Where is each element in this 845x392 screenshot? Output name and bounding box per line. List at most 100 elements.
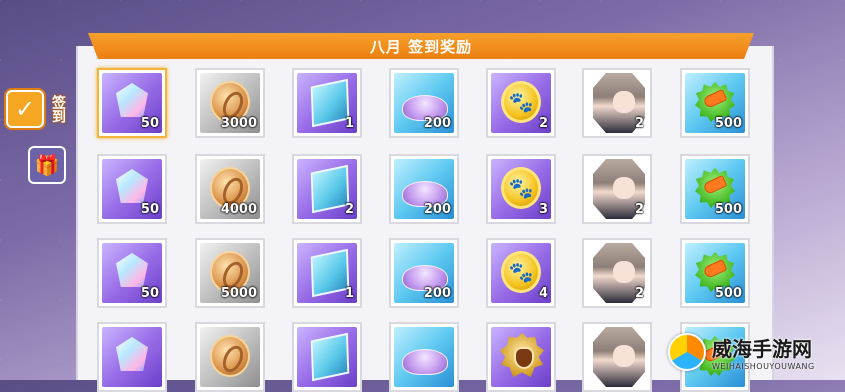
shield-badge-icon — [500, 333, 544, 378]
reward-slot[interactable]: 1 — [292, 238, 362, 308]
reward-tile: 1 — [297, 73, 357, 133]
reward-quantity: 2 — [634, 286, 644, 301]
reward-tile: 2 — [587, 73, 647, 133]
reward-quantity: 1 — [344, 286, 354, 301]
reward-slot[interactable]: 2 — [582, 154, 652, 224]
reward-quantity: 4 — [538, 286, 548, 301]
reward-slot[interactable]: 200 — [389, 68, 459, 138]
paw-coin-icon: 🐾 — [501, 81, 541, 123]
reward-quantity: 50 — [140, 286, 159, 301]
reward-tile: 200 — [394, 243, 454, 303]
reward-slot[interactable]: 4000 — [195, 154, 265, 224]
reward-slot[interactable]: 500 — [680, 154, 750, 224]
carrot-icon — [703, 90, 727, 108]
blue-ticket-icon — [310, 164, 350, 214]
reward-tile: 2 — [587, 243, 647, 303]
reward-tile: 50 — [102, 243, 162, 303]
carrot-icon — [703, 260, 727, 278]
reward-slot[interactable] — [389, 322, 459, 392]
reward-quantity: 5000 — [220, 286, 257, 301]
portrait-face — [613, 345, 635, 367]
reward-slot[interactable]: 🐾 3 — [486, 154, 556, 224]
reward-quantity: 2 — [344, 202, 354, 217]
reward-slot[interactable] — [195, 322, 265, 392]
reward-tile: 3000 — [200, 73, 260, 133]
reward-slot[interactable]: 50 — [97, 154, 167, 224]
reward-quantity: 2 — [538, 116, 548, 131]
reward-tile — [102, 327, 162, 387]
reward-quantity: 200 — [423, 116, 451, 131]
crystal-gem-icon — [116, 169, 148, 203]
reward-slot[interactable] — [97, 322, 167, 392]
portrait-face — [613, 261, 635, 283]
reward-quantity: 3 — [538, 202, 548, 217]
reward-tile — [297, 327, 357, 387]
tab-signin[interactable]: ✓ 签到 — [6, 86, 72, 132]
gift-box-icon: 🎁 — [28, 146, 66, 184]
watermark-logo-icon — [668, 333, 706, 371]
gold-coin-icon — [210, 335, 250, 377]
watermark-en: WEIHAISHOUYOUWANG — [712, 362, 815, 371]
reward-quantity: 1 — [344, 116, 354, 131]
page-title: 八月 签到奖励 — [369, 37, 473, 56]
portrait-face — [613, 91, 635, 113]
reward-slot[interactable] — [292, 322, 362, 392]
reward-slot[interactable]: 50 — [97, 68, 167, 138]
reward-slot[interactable]: 🐾 2 — [486, 68, 556, 138]
reward-quantity: 200 — [423, 202, 451, 217]
tab-gift[interactable]: 🎁 — [6, 142, 72, 188]
reward-slot[interactable] — [486, 322, 556, 392]
crystal-gem-icon — [116, 83, 148, 117]
reward-quantity: 500 — [714, 286, 742, 301]
reward-slot[interactable]: 2 — [582, 68, 652, 138]
reward-slot[interactable]: 🐾 4 — [486, 238, 556, 308]
reward-slot[interactable] — [582, 322, 652, 392]
reward-quantity: 50 — [140, 116, 159, 131]
reward-tile — [587, 327, 647, 387]
reward-quantity: 2 — [634, 202, 644, 217]
crystal-gem-icon — [116, 337, 148, 371]
reward-slot[interactable]: 200 — [389, 238, 459, 308]
watermark: 威海手游网 WEIHAISHOUYOUWANG — [668, 326, 842, 378]
reward-tile: 200 — [394, 159, 454, 219]
reward-slot[interactable]: 2 — [582, 238, 652, 308]
reward-slot[interactable]: 500 — [680, 68, 750, 138]
reward-tile: 2 — [587, 159, 647, 219]
blue-ticket-icon — [310, 78, 350, 128]
purple-powder-icon — [402, 349, 448, 375]
reward-slot[interactable]: 5000 — [195, 238, 265, 308]
reward-slot[interactable]: 1 — [292, 68, 362, 138]
reward-tile — [394, 327, 454, 387]
reward-quantity: 200 — [423, 286, 451, 301]
reward-quantity: 4000 — [220, 202, 257, 217]
crystal-gem-icon — [116, 253, 148, 287]
reward-tile: 500 — [685, 243, 745, 303]
reward-tile: 50 — [102, 159, 162, 219]
reward-tile: 🐾 3 — [491, 159, 551, 219]
reward-slot[interactable]: 2 — [292, 154, 362, 224]
reward-tile: 4000 — [200, 159, 260, 219]
calendar-check-icon: ✓ — [6, 90, 44, 128]
reward-tile: 5000 — [200, 243, 260, 303]
paw-coin-icon: 🐾 — [501, 251, 541, 293]
reward-slot[interactable]: 50 — [97, 238, 167, 308]
reward-slot[interactable]: 3000 — [195, 68, 265, 138]
blue-ticket-icon — [310, 332, 350, 382]
reward-tile — [491, 327, 551, 387]
reward-tile: 1 — [297, 243, 357, 303]
reward-quantity: 3000 — [220, 116, 257, 131]
reward-tile: 500 — [685, 159, 745, 219]
reward-tile: 🐾 4 — [491, 243, 551, 303]
reward-quantity: 2 — [634, 116, 644, 131]
reward-tile: 200 — [394, 73, 454, 133]
reward-quantity: 500 — [714, 116, 742, 131]
reward-slot[interactable]: 200 — [389, 154, 459, 224]
reward-slot[interactable]: 500 — [680, 238, 750, 308]
watermark-cn: 威海手游网 — [712, 337, 812, 361]
reward-quantity: 500 — [714, 202, 742, 217]
reward-tile — [200, 327, 260, 387]
watermark-text: 威海手游网 WEIHAISHOUYOUWANG — [712, 333, 815, 371]
portrait-face — [613, 177, 635, 199]
reward-tile: 2 — [297, 159, 357, 219]
reward-tile: 50 — [102, 73, 162, 133]
